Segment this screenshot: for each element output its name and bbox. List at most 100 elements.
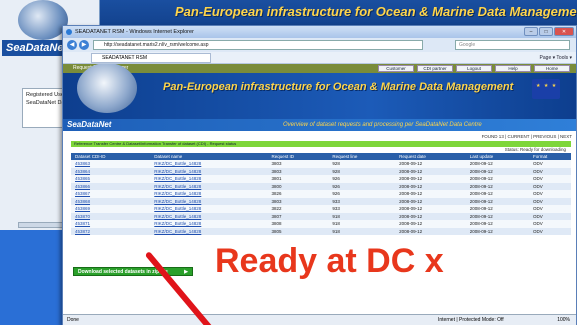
dataset-name-link[interactable]: RIKZ/DC_Bottle_14828 xyxy=(150,205,268,213)
menu-help-button[interactable]: Help xyxy=(495,65,531,72)
dataset-name-link[interactable]: RIKZ/DC_Bottle_14828 xyxy=(150,220,268,228)
status-text: Done xyxy=(67,317,79,323)
dataset-name-link[interactable]: RIKZ/DC_Bottle_14828 xyxy=(150,197,268,205)
table-cell: 926 xyxy=(328,190,396,198)
table-cell: 926 xyxy=(328,175,396,183)
forward-icon[interactable]: ▶ xyxy=(79,40,89,50)
page-banner: Pan-European infrastructure for Ocean & … xyxy=(63,64,576,119)
cdi-id-link[interactable]: 453872 xyxy=(71,227,151,235)
dataset-name-link[interactable]: RIKZ/DC_Bottle_14828 xyxy=(150,160,268,168)
col-header[interactable]: Dataset name xyxy=(150,153,268,160)
menu-home-button[interactable]: Home xyxy=(534,65,570,72)
menu-customer-button[interactable]: Customer xyxy=(378,65,414,72)
table-cell: 2008-09-12 xyxy=(465,220,530,228)
page-subtitle: Overview of dataset requests and process… xyxy=(283,122,482,128)
cdi-id-link[interactable]: 453871 xyxy=(71,220,151,228)
table-row[interactable]: 453865 RIKZ/DC_Bottle_14828 3801 926 2008-09… xyxy=(71,175,571,183)
table-row[interactable]: 453872 RIKZ/DC_Bottle_14828 3805 918 2008-09… xyxy=(71,227,571,235)
eu-flag-icon xyxy=(532,79,560,99)
table-cell: ODV xyxy=(529,220,571,228)
maximize-button[interactable]: □ xyxy=(539,27,553,36)
cdi-id-link[interactable]: 453865 xyxy=(71,175,151,183)
search-input[interactable]: Google xyxy=(455,40,570,50)
table-cell: 918 xyxy=(328,212,396,220)
tab-seadatanet-rsm[interactable]: SEADATANET RSM xyxy=(91,53,211,63)
table-cell: 3803 xyxy=(267,167,329,175)
tab-row: SEADATANET RSM Page ▾ Tools ▾ xyxy=(63,52,576,64)
pager[interactable]: FOUND 13 | CURRENT | PREVIOUS | NEXT xyxy=(482,134,572,139)
table-header-row: Dataset CDI-ID Dataset name Request ID R… xyxy=(71,153,571,160)
menu-cdi-partner-button[interactable]: CDI partner xyxy=(417,65,453,72)
banner-title: Pan-European infrastructure for Ocean & … xyxy=(163,81,514,93)
table-row[interactable]: 453863 RIKZ/DC_Bottle_14828 3803 928 2008-09… xyxy=(71,160,571,168)
background-banner-title: Pan-European infrastructure for Ocean & … xyxy=(175,4,577,19)
table-body: 453863 RIKZ/DC_Bottle_14828 3803 928 2008-09… xyxy=(71,160,571,235)
minimize-button[interactable]: – xyxy=(524,27,538,36)
table-cell: 2008-09-12 xyxy=(465,205,530,213)
table-cell: 2008-09-12 xyxy=(465,175,530,183)
url-field[interactable]: http://seadatanet.maris2.nl/v_rsm/welcom… xyxy=(93,40,423,50)
dataset-name-link[interactable]: RIKZ/DC_Bottle_14828 xyxy=(150,175,268,183)
cdi-id-link[interactable]: 453867 xyxy=(71,190,151,198)
download-button[interactable]: Download selected datasets in zip file xyxy=(73,267,193,276)
table-cell: 918 xyxy=(328,220,396,228)
table-cell: 3800 xyxy=(267,182,329,190)
col-header[interactable]: Request ID xyxy=(267,153,329,160)
table-cell: 3807 xyxy=(267,212,329,220)
col-header[interactable]: Request line xyxy=(328,153,396,160)
cdi-id-link[interactable]: 453863 xyxy=(71,160,151,168)
logo-bar: SeaDataNet Overview of dataset requests … xyxy=(63,119,576,131)
table-row[interactable]: 453871 RIKZ/DC_Bottle_14828 3808 918 2008-09… xyxy=(71,220,571,228)
dataset-name-link[interactable]: RIKZ/DC_Bottle_14828 xyxy=(150,227,268,235)
col-header[interactable]: Last update xyxy=(465,153,530,160)
table-row[interactable]: 453870 RIKZ/DC_Bottle_14828 3807 918 2008-09… xyxy=(71,212,571,220)
table-cell: 3826 xyxy=(267,190,329,198)
dataset-name-link[interactable]: RIKZ/DC_Bottle_14828 xyxy=(150,190,268,198)
table-cell: 2008-09-12 xyxy=(465,182,530,190)
table-row[interactable]: 453869 RIKZ/DC_Bottle_14828 3822 933 2008-09… xyxy=(71,205,571,213)
table-cell: 2008-09-12 xyxy=(465,197,530,205)
table-row[interactable]: 453866 RIKZ/DC_Bottle_14828 3800 926 2008-09… xyxy=(71,182,571,190)
cdi-id-link[interactable]: 453864 xyxy=(71,167,151,175)
cdi-id-link[interactable]: 453866 xyxy=(71,182,151,190)
dataset-name-link[interactable]: RIKZ/DC_Bottle_14828 xyxy=(150,182,268,190)
table-cell: 2008-09-12 xyxy=(395,227,466,235)
table-cell: 2008-09-12 xyxy=(465,167,530,175)
dataset-name-link[interactable]: RIKZ/DC_Bottle_14828 xyxy=(150,167,268,175)
table-cell: 3801 xyxy=(267,175,329,183)
table-cell: 2008-09-12 xyxy=(395,212,466,220)
col-header[interactable]: Dataset CDI-ID xyxy=(71,153,151,160)
table-cell: ODV xyxy=(529,227,571,235)
status-bar: Done Internet | Protected Mode: Off 100% xyxy=(63,314,576,325)
cdi-id-link[interactable]: 453869 xyxy=(71,205,151,213)
table-row[interactable]: 453864 RIKZ/DC_Bottle_14828 3803 928 2008-09… xyxy=(71,167,571,175)
table-cell: 3808 xyxy=(267,220,329,228)
menu-buttons: Customer CDI partner Logout Help Home xyxy=(378,65,570,72)
dataset-name-link[interactable]: RIKZ/DC_Bottle_14828 xyxy=(150,212,268,220)
table-cell: ODV xyxy=(529,160,571,168)
table-cell: 928 xyxy=(328,160,396,168)
col-header[interactable]: Format xyxy=(529,153,571,160)
nav-buttons: ◀ ▶ xyxy=(67,40,89,50)
menu-logout-button[interactable]: Logout xyxy=(456,65,492,72)
cdi-id-link[interactable]: 453870 xyxy=(71,212,151,220)
command-bar[interactable]: Page ▾ Tools ▾ xyxy=(540,53,572,63)
table-cell: 3805 xyxy=(267,227,329,235)
table-cell: 2008-09-12 xyxy=(465,160,530,168)
table-row[interactable]: 453867 RIKZ/DC_Bottle_14828 3826 926 2008-09… xyxy=(71,190,571,198)
cdi-id-link[interactable]: 453868 xyxy=(71,197,151,205)
back-icon[interactable]: ◀ xyxy=(67,40,77,50)
close-button[interactable]: ✕ xyxy=(554,27,574,36)
col-header[interactable]: Request date xyxy=(395,153,466,160)
globe-logo-icon xyxy=(18,0,68,40)
table-cell: 2008-09-12 xyxy=(465,227,530,235)
table-cell: ODV xyxy=(529,190,571,198)
zoom-level[interactable]: 100% xyxy=(557,315,570,325)
table-cell: 926 xyxy=(328,182,396,190)
table-row[interactable]: 453868 RIKZ/DC_Bottle_14828 3803 933 2008-09… xyxy=(71,197,571,205)
table-cell: 2008-09-12 xyxy=(395,190,466,198)
table-cell: 933 xyxy=(328,197,396,205)
top-menu: Request Status Manager Customer CDI part… xyxy=(63,64,576,73)
ready-caption: Ready at DC x xyxy=(215,242,444,280)
table-cell: ODV xyxy=(529,205,571,213)
